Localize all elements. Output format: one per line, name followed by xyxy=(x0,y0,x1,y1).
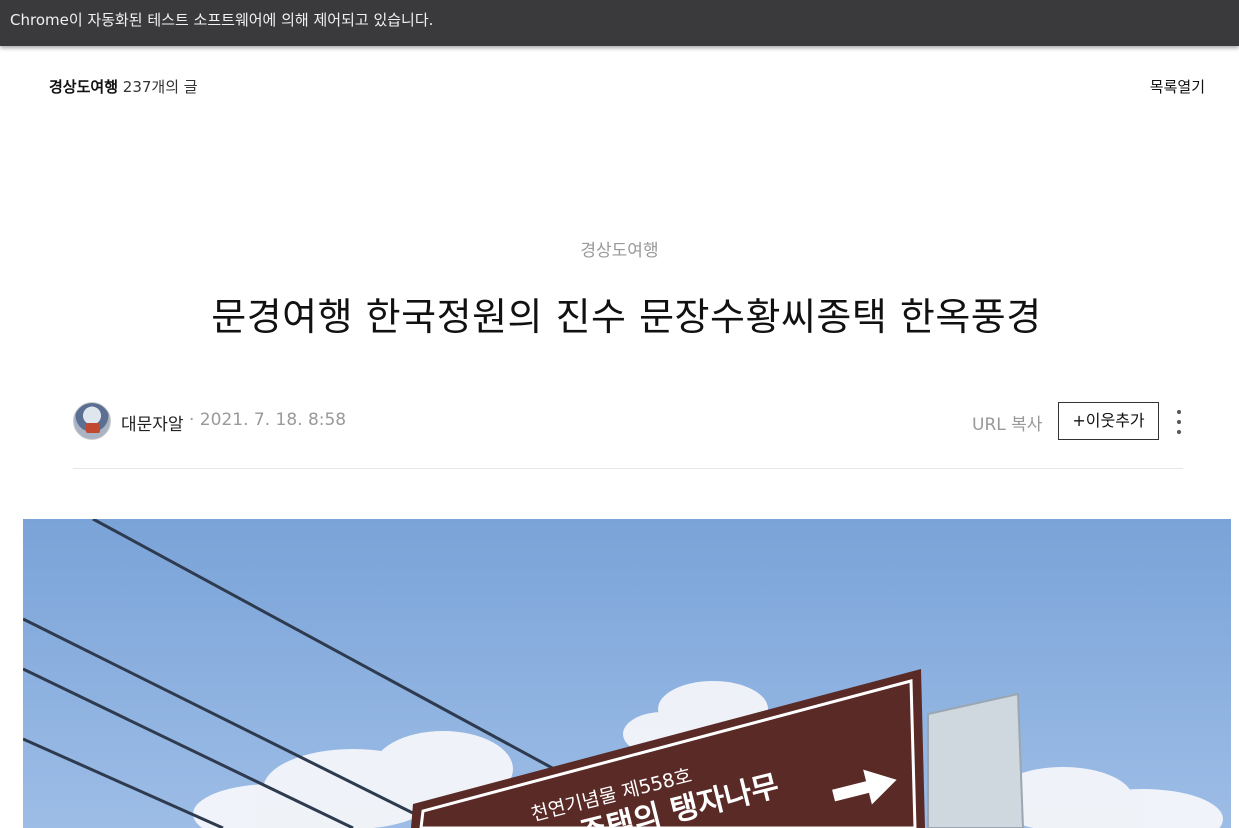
metal-sign xyxy=(927,692,1025,828)
meta-divider xyxy=(73,468,1183,469)
photo-scene: 천연기념물 제558호 주택의 탱자나무 xyxy=(23,519,1231,828)
category-name: 경상도여행 xyxy=(49,78,119,96)
post-title: 문경여행 한국정원의 진수 문장수황씨종택 한옥풍경 xyxy=(211,295,1042,339)
top-nav: 경상도여행 237개의 글 목록열기 xyxy=(0,70,1239,104)
author-name[interactable]: 대문자알 xyxy=(121,410,184,435)
avatar-badge xyxy=(86,423,100,433)
post-count: 237개의 글 xyxy=(122,78,198,96)
post-category-link[interactable]: 경상도여행 xyxy=(0,236,1239,261)
url-copy-button[interactable]: URL 복사 xyxy=(972,410,1042,435)
category-link[interactable]: 경상도여행 237개의 글 xyxy=(49,76,198,97)
post-meta: 대문자알 · 2021. 7. 18. 8:58 URL 복사 +이웃추가 xyxy=(73,402,1183,442)
more-vertical-icon[interactable] xyxy=(1169,408,1189,436)
add-neighbor-button[interactable]: +이웃추가 xyxy=(1058,402,1159,440)
avatar[interactable] xyxy=(73,402,111,440)
automation-notice-text: Chrome이 자동화된 테스트 소프트웨어에 의해 제어되고 있습니다. xyxy=(10,11,434,29)
post-date: · 2021. 7. 18. 8:58 xyxy=(189,410,347,430)
toggle-list-button[interactable]: 목록열기 xyxy=(1150,76,1205,97)
post-photo[interactable]: 천연기념물 제558호 주택의 탱자나무 xyxy=(23,519,1231,828)
automation-infobar: Chrome이 자동화된 테스트 소프트웨어에 의해 제어되고 있습니다. xyxy=(0,0,1239,46)
